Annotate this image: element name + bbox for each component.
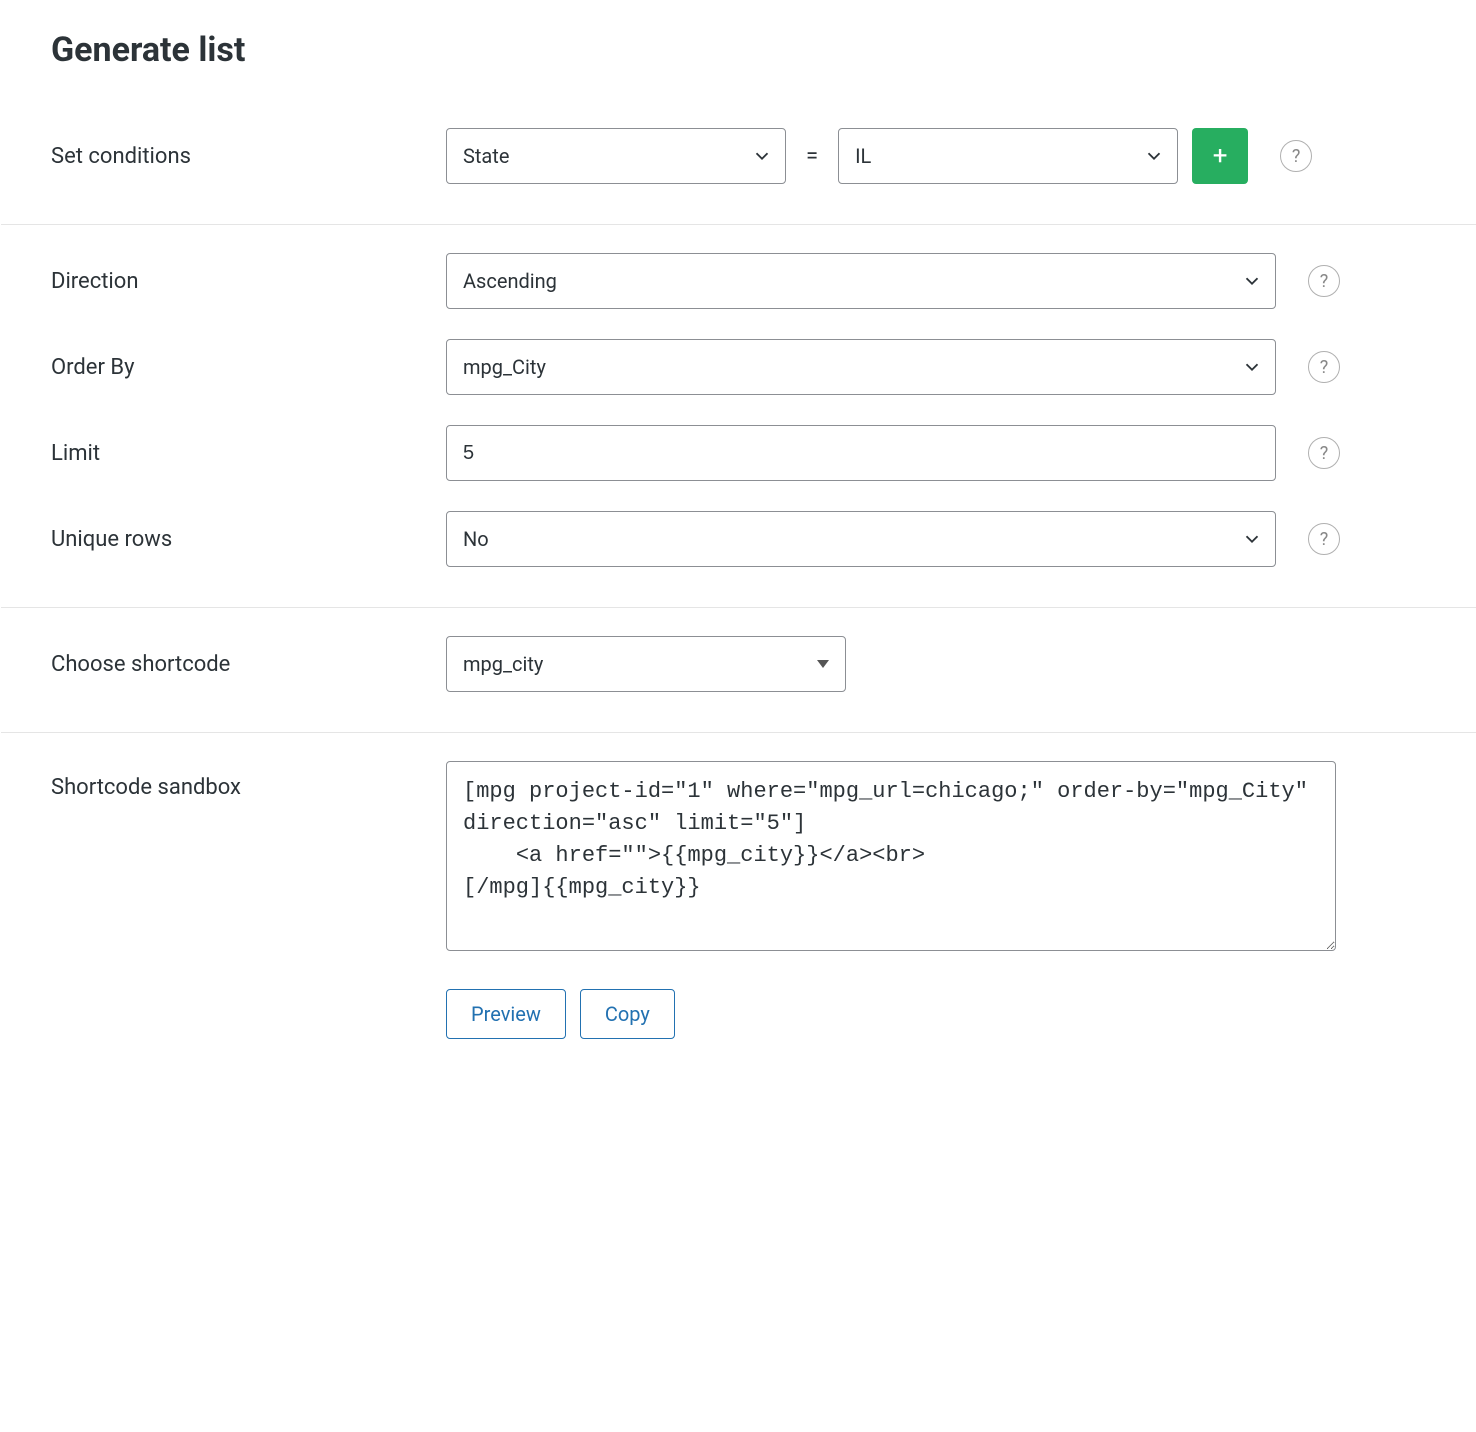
condition-value-select[interactable]: IL [838, 128, 1178, 184]
preview-button[interactable]: Preview [446, 989, 566, 1039]
set-conditions-label: Set conditions [51, 144, 446, 169]
unique-rows-select[interactable]: No [446, 511, 1276, 567]
choose-shortcode-value: mpg_city [463, 652, 543, 676]
shortcode-sandbox-textarea[interactable] [446, 761, 1336, 951]
order-by-select[interactable]: mpg_City [446, 339, 1276, 395]
limit-input[interactable] [446, 425, 1276, 481]
triangle-down-icon [817, 660, 829, 668]
unique-rows-label: Unique rows [51, 527, 446, 552]
direction-select[interactable]: Ascending [446, 253, 1276, 309]
unique-rows-value: No [463, 527, 489, 551]
choose-shortcode-select[interactable]: mpg_city [446, 636, 846, 692]
help-icon[interactable]: ? [1308, 351, 1340, 383]
order-by-value: mpg_City [463, 355, 546, 379]
plus-icon: + [1213, 141, 1228, 171]
limit-label: Limit [51, 441, 446, 466]
order-by-label: Order By [51, 355, 446, 380]
help-icon[interactable]: ? [1280, 140, 1312, 172]
condition-field-select[interactable]: State [446, 128, 786, 184]
help-icon[interactable]: ? [1308, 437, 1340, 469]
chevron-down-icon [1241, 528, 1263, 550]
condition-field-value: State [463, 144, 509, 168]
chevron-down-icon [1241, 270, 1263, 292]
chevron-down-icon [1241, 356, 1263, 378]
chevron-down-icon [1143, 145, 1165, 167]
copy-button[interactable]: Copy [580, 989, 675, 1039]
shortcode-sandbox-label: Shortcode sandbox [51, 761, 446, 800]
add-condition-button[interactable]: + [1192, 128, 1248, 184]
page-title: Generate list [1, 0, 1476, 70]
condition-value-text: IL [855, 144, 871, 168]
direction-value: Ascending [463, 269, 557, 293]
chevron-down-icon [751, 145, 773, 167]
direction-label: Direction [51, 269, 446, 294]
help-icon[interactable]: ? [1308, 523, 1340, 555]
choose-shortcode-label: Choose shortcode [51, 652, 446, 677]
help-icon[interactable]: ? [1308, 265, 1340, 297]
equals-operator: = [800, 144, 824, 169]
